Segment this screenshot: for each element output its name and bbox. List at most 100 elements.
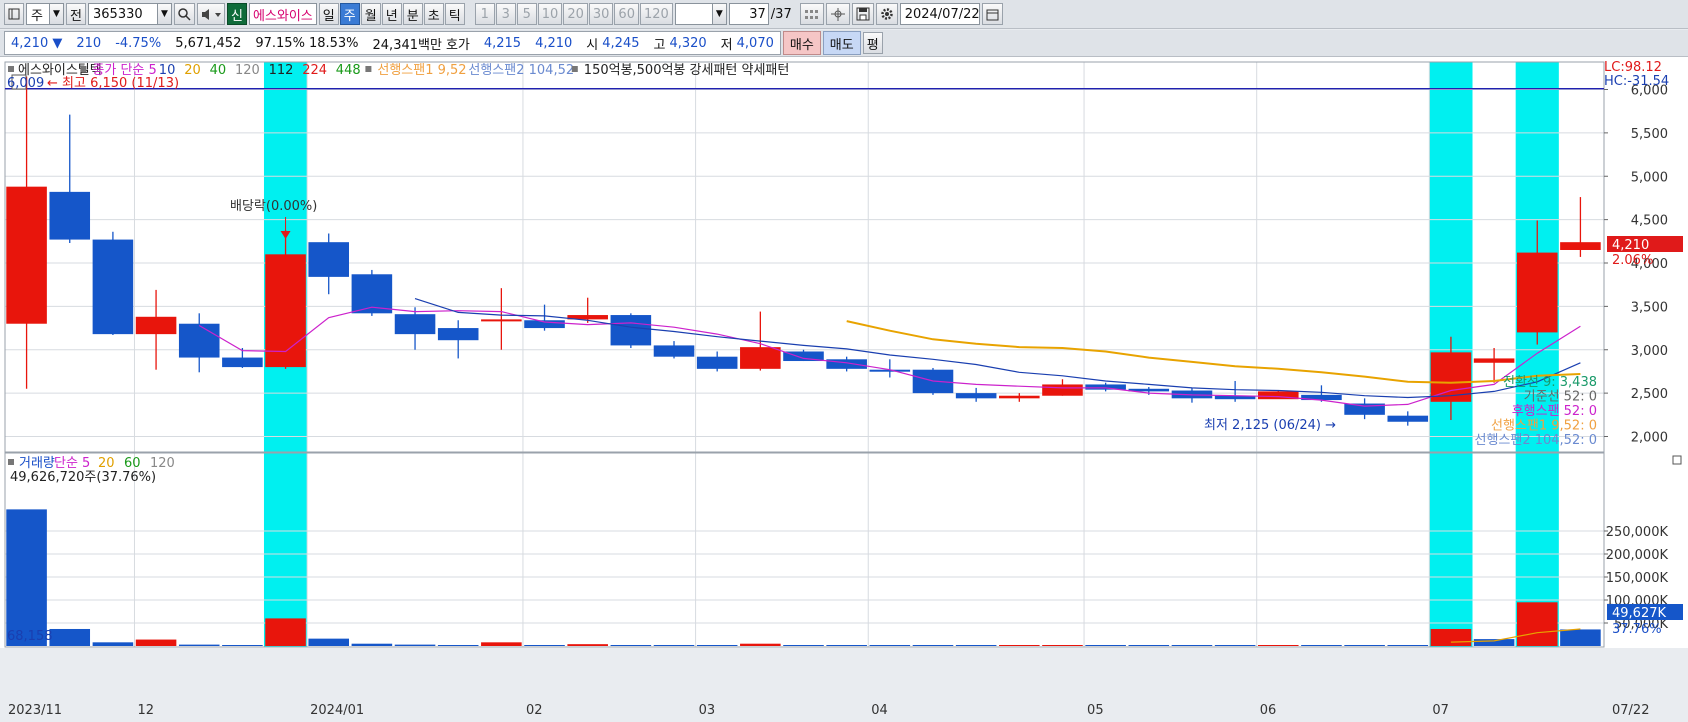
tab-period-3[interactable]: 년	[381, 3, 402, 25]
stock-code-select[interactable]: 365330 ▼	[88, 3, 172, 25]
legend-marker	[365, 66, 372, 72]
grid-icon[interactable]	[799, 3, 824, 25]
interval-button-1[interactable]: 1	[474, 3, 495, 25]
price-legend-item: 선행스팬1 9,52	[377, 62, 466, 78]
interval-button-10[interactable]: 10	[537, 3, 563, 25]
stock-code-input[interactable]: 365330	[88, 3, 158, 25]
interval-button-60[interactable]: 60	[614, 3, 639, 25]
volume-axis-label: 200,000K	[1606, 548, 1669, 563]
interval-button-3[interactable]: 3	[495, 3, 516, 25]
price-legend-item: 선행스팬2 104,52	[468, 62, 574, 78]
sell-button[interactable]: 매도	[822, 31, 861, 55]
volume-bar	[826, 645, 867, 646]
volume-bar	[740, 643, 781, 646]
candle-body	[1085, 384, 1126, 390]
volume-legend-item: 60	[124, 456, 141, 471]
interval-button-120[interactable]: 120	[639, 3, 673, 25]
new-badge[interactable]: 신	[227, 3, 247, 25]
interval-input[interactable]	[674, 3, 713, 25]
candle-body	[955, 393, 997, 399]
page-index-input[interactable]: 37	[728, 3, 769, 25]
close-icon	[1672, 455, 1682, 465]
x-axis-label: 07/22	[1612, 703, 1649, 718]
price-axis-label: 5,500	[1631, 127, 1668, 142]
interval-button-30[interactable]: 30	[588, 3, 614, 25]
price-legend-item: 112	[269, 63, 294, 78]
chart-menu-icon[interactable]	[4, 3, 24, 25]
legend-marker	[571, 66, 578, 72]
date-input[interactable]: 2024/07/22	[899, 3, 980, 25]
candle-body	[222, 357, 263, 368]
candle-body	[1560, 242, 1601, 250]
price-tag-pct: 2.06%	[1612, 253, 1653, 268]
volume-legend-item: 20	[98, 456, 115, 471]
chevron-down-icon[interactable]: ▼	[712, 3, 727, 25]
price-legend-item: 224	[302, 63, 327, 78]
x-axis-label: 02	[526, 703, 543, 718]
interval-buttons: 1 3 5 10 20 30 60 120	[474, 3, 673, 25]
search-icon[interactable]	[174, 3, 195, 25]
volume-bar	[351, 643, 393, 646]
candle-body	[394, 314, 436, 335]
tab-period-5[interactable]: 초	[423, 3, 444, 25]
buy-button[interactable]: 매수	[782, 31, 821, 55]
x-axis-label: 04	[871, 703, 888, 718]
volume-ratio: 97.15%	[255, 35, 305, 51]
volume-bar	[437, 645, 479, 646]
candle-body	[92, 239, 134, 335]
market-button[interactable]: 전	[66, 3, 86, 25]
eval-button[interactable]: 평	[862, 32, 883, 54]
x-axis-label: 2023/11	[8, 703, 62, 718]
volume-bar	[178, 644, 220, 646]
candle-body	[610, 315, 652, 346]
high-label: 고	[653, 37, 666, 53]
volume-bar	[610, 645, 652, 646]
price-legend-item: 40	[210, 63, 227, 78]
volume-tag: 49,627K	[1612, 606, 1666, 621]
volume-bar	[265, 618, 306, 646]
volume-bar	[222, 645, 263, 646]
stock-name[interactable]: 에스와이스	[248, 3, 317, 25]
volume-max-label: 49,626,720주(37.76%)	[10, 470, 156, 485]
volume-bar	[1473, 639, 1515, 646]
tab-period-0[interactable]: 일	[318, 3, 339, 25]
small-volume-marker	[1579, 638, 1586, 645]
interval-button-5[interactable]: 5	[516, 3, 537, 25]
candle-body	[49, 191, 91, 240]
volume-bar	[696, 645, 738, 646]
dividend-label: 배당락(0.00%)	[230, 199, 317, 214]
volume-bar	[1301, 645, 1342, 646]
tab-period-4[interactable]: 분	[402, 3, 423, 25]
tab-period-6[interactable]: 틱	[444, 3, 465, 25]
interval-select[interactable]: ▼	[674, 3, 727, 25]
volume-legend-item: 거래량	[19, 456, 55, 471]
candle-body	[135, 316, 177, 335]
lc-label: LC:98.12	[1604, 60, 1662, 75]
tab-period-1[interactable]: 주	[339, 3, 360, 25]
x-axis-label: 12	[137, 703, 154, 718]
x-axis-label: 03	[699, 703, 716, 718]
open-label: 시	[586, 37, 599, 53]
volume-bar	[783, 645, 824, 646]
hc-label: HC:-31.54	[1604, 74, 1669, 89]
volume-bar	[567, 644, 608, 646]
tab-period-2[interactable]: 월	[360, 3, 381, 25]
interval-button-20[interactable]: 20	[563, 3, 588, 25]
x-axis-label: 05	[1087, 703, 1104, 718]
chevron-down-icon[interactable]: ▼	[158, 3, 172, 25]
calendar-icon[interactable]	[981, 3, 1003, 25]
page-index: 37	[749, 6, 766, 22]
ichimoku-label: 후행스팬 52: 0	[1512, 403, 1597, 419]
candle-body	[265, 254, 306, 368]
volume-axis-label: 250,000K	[1606, 525, 1669, 540]
save-icon[interactable]	[851, 3, 874, 25]
chevron-down-icon[interactable]: ▼	[50, 3, 64, 25]
crosshair-icon[interactable]	[825, 3, 850, 25]
gear-icon[interactable]	[875, 3, 898, 25]
volume-bar	[1344, 645, 1385, 646]
stock-chart[interactable]: 2,0002,5003,0003,5004,0004,5005,0005,500…	[0, 57, 1688, 722]
candle-body	[1042, 384, 1083, 396]
speaker-icon[interactable]	[197, 3, 225, 25]
period-type-select[interactable]: 주 ▼	[26, 3, 64, 25]
volume-bar	[869, 645, 911, 646]
